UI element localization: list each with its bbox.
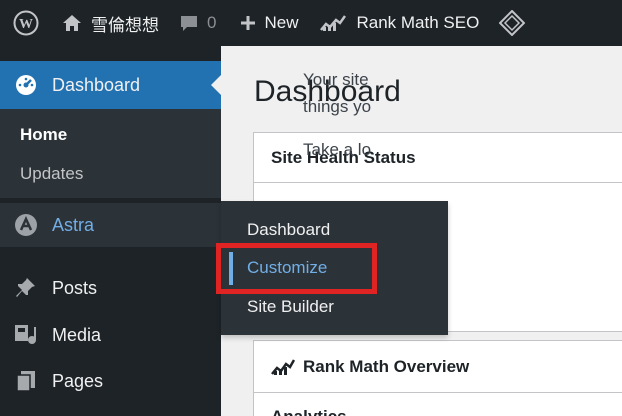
media-icon: [0, 324, 52, 346]
astra-icon: [0, 213, 52, 237]
site-health-text-line2: things yo: [303, 97, 372, 116]
new-label: New: [264, 13, 299, 32]
site-name: 雪倫想想: [91, 15, 159, 35]
menu-item-pages[interactable]: Pages: [0, 359, 221, 403]
admin-sidebar: Dashboard Home Updates Astra Posts Media…: [0, 46, 221, 416]
menu-label-dashboard: Dashboard: [52, 74, 141, 95]
pushpin-icon: [0, 277, 52, 299]
flyout-item-dashboard[interactable]: Dashboard: [247, 220, 330, 240]
rank-math-overview-title: Rank Math Overview: [303, 356, 470, 376]
site-name-menu[interactable]: 雪倫想想: [52, 0, 159, 46]
menu-label-pages: Pages: [52, 370, 104, 391]
rank-math-icon: [271, 358, 295, 375]
rank-math-overview-header[interactable]: Rank Math Overview: [254, 341, 622, 393]
menu-item-posts[interactable]: Posts: [0, 266, 221, 310]
highlight-annotation-box: [216, 243, 377, 294]
wordpress-logo-menu[interactable]: W: [0, 0, 52, 46]
rank-math-overview-panel: Rank Math Overview Analytics: [253, 340, 622, 416]
menu-label-posts: Posts: [52, 277, 98, 298]
submenu-updates[interactable]: Updates: [20, 164, 83, 184]
dashboard-gauge-icon: [0, 74, 52, 96]
menu-label-media: Media: [52, 324, 102, 345]
site-health-text-line1: Your site: [303, 70, 369, 89]
wordpress-icon: W: [13, 10, 39, 36]
plus-icon: [241, 16, 256, 30]
home-icon: [63, 15, 81, 31]
menu-item-dashboard[interactable]: Dashboard: [0, 61, 221, 109]
comments-menu[interactable]: 0: [179, 0, 216, 46]
rank-math-menu[interactable]: Rank Math SEO: [320, 0, 479, 46]
pages-icon: [0, 370, 52, 392]
comment-icon: [181, 15, 197, 31]
diamond-icon: [499, 10, 526, 36]
menu-label-astra: Astra: [52, 214, 95, 235]
site-health-text-line3: Take a lo: [303, 140, 372, 159]
menu-item-astra[interactable]: Astra: [0, 203, 221, 247]
comments-count: 0: [207, 13, 217, 32]
submenu-home[interactable]: Home: [20, 125, 67, 145]
dashboard-submenu: Home Updates: [0, 109, 221, 198]
admin-bar: W 雪倫想想 0 New Rank Math SEO: [0, 0, 622, 46]
rank-math-label: Rank Math SEO: [356, 13, 480, 32]
diamond-plugin-menu[interactable]: [499, 0, 526, 46]
new-content-menu[interactable]: New: [240, 0, 298, 46]
menu-item-media[interactable]: Media: [0, 313, 221, 357]
rank-math-icon: [320, 15, 347, 31]
flyout-item-site-builder[interactable]: Site Builder: [247, 297, 334, 317]
rank-math-analytics-heading: Analytics: [271, 407, 347, 416]
svg-text:W: W: [19, 17, 33, 32]
